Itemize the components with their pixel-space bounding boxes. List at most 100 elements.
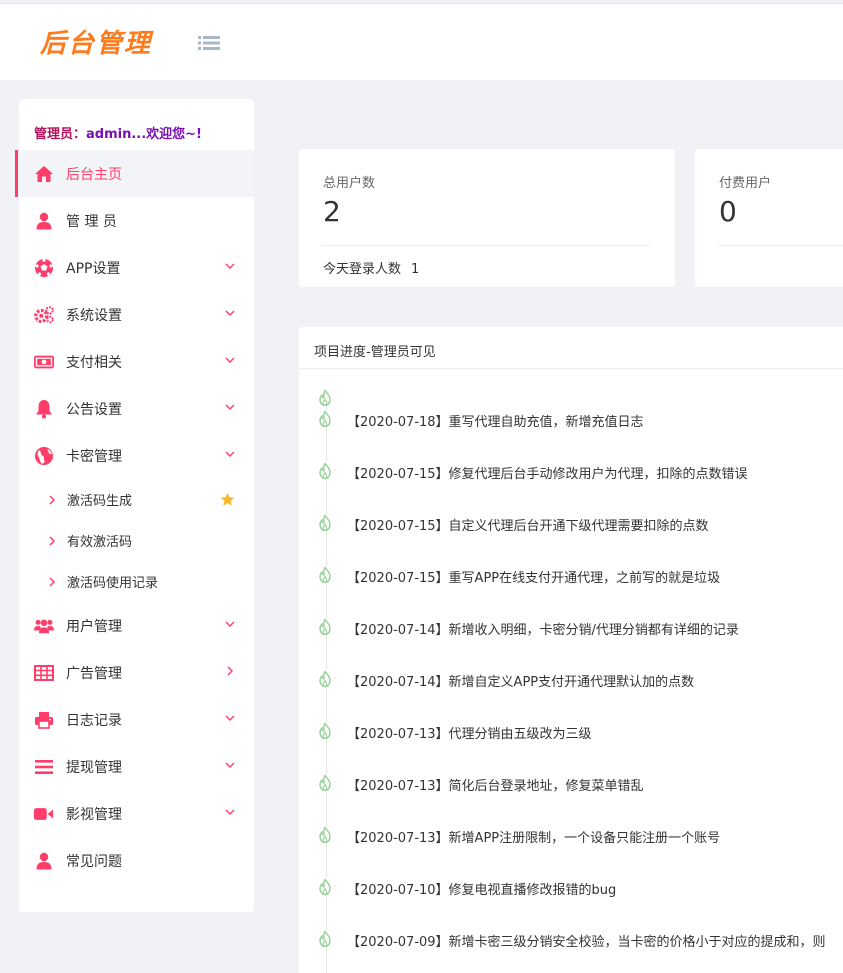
admin-name: admin...欢迎您~! — [86, 127, 202, 142]
user-icon — [34, 851, 54, 871]
admin-greeting: 管理员：admin...欢迎您~! — [34, 123, 202, 142]
divider — [322, 245, 651, 246]
sidebar-subitem-activation-code-usage[interactable]: 激活码使用记录 — [19, 561, 254, 602]
bars-icon — [34, 757, 54, 777]
paid-users-value: 0 — [719, 195, 737, 228]
sidebar-subitem-valid-activation-codes[interactable]: 有效激活码 — [19, 520, 254, 561]
logo[interactable]: 后台管理 — [40, 23, 152, 60]
chevron-down-icon — [224, 806, 236, 818]
today-login-row: 今天登录人数 1 — [323, 258, 419, 277]
users-icon — [34, 616, 54, 636]
flame-icon — [317, 514, 333, 532]
total-users-card: 总用户数 2 今天登录人数 1 — [299, 149, 675, 287]
sidebar-item-payment[interactable]: 支付相关 — [19, 338, 254, 385]
table-icon — [34, 663, 54, 683]
timeline-entry: 【2020-07-14】新增自定义APP支付开通代理默认加的点数 — [347, 675, 695, 690]
timeline-entry: 【2020-07-13】代理分销由五级改为三级 — [347, 727, 592, 742]
chevron-right-icon — [47, 494, 57, 506]
sidebar-item-withdrawals[interactable]: 提现管理 — [19, 743, 254, 790]
star-icon — [220, 492, 235, 507]
today-login-label: 今天登录人数 — [323, 262, 402, 277]
video-camera-icon — [34, 804, 54, 824]
bell-icon — [34, 399, 54, 419]
sidebar-item-label: 系统设置 — [66, 307, 122, 324]
timeline-entry: 【2020-07-18】重写代理自助充值，新增充值日志 — [347, 415, 644, 430]
sidebar-item-label: 日志记录 — [66, 712, 122, 729]
flame-icon — [317, 670, 333, 688]
sidebar-item-faq[interactable]: 常见问题 — [19, 837, 254, 884]
sidebar-item-label: 影视管理 — [66, 806, 122, 823]
sidebar-item-card-key[interactable]: 卡密管理 — [19, 432, 254, 479]
sidebar-item-label: 广告管理 — [66, 665, 122, 682]
timeline-entry: 【2020-07-15】修复代理后台手动修改用户为代理，扣除的点数错误 — [347, 467, 748, 482]
flame-icon — [317, 410, 333, 428]
printer-icon — [34, 710, 54, 730]
flame-icon — [317, 930, 333, 948]
sidebar-item-label: 支付相关 — [66, 354, 122, 371]
sidebar-item-label: 管 理 员 — [66, 213, 117, 230]
timeline-entry: 【2020-07-15】重写APP在线支付开通代理，之前写的就是垃圾 — [347, 571, 721, 586]
sidebar-item-label: 常见问题 — [66, 853, 122, 870]
timeline-entry: 【2020-07-15】自定义代理后台开通下级代理需要扣除的点数 — [347, 519, 709, 534]
flame-icon — [317, 878, 333, 896]
sidebar-item-announcements[interactable]: 公告设置 — [19, 385, 254, 432]
today-login-value: 1 — [411, 262, 420, 277]
sidebar: 管理员：admin...欢迎您~! 后台主页 管 理 员 APP设置 系统设置 … — [15, 99, 254, 912]
paid-users-label: 付费用户 — [719, 176, 772, 191]
divider — [299, 368, 843, 369]
divider — [718, 245, 843, 246]
sidebar-item-users[interactable]: 用户管理 — [19, 602, 254, 649]
flame-icon — [317, 618, 333, 636]
chevron-down-icon — [224, 712, 236, 724]
flame-icon — [317, 774, 333, 792]
timeline-entry: 【2020-07-13】简化后台登录地址，修复菜单错乱 — [347, 779, 644, 794]
chevron-down-icon — [224, 759, 236, 771]
chevron-right-icon — [47, 576, 57, 588]
sidebar-item-logs[interactable]: 日志记录 — [19, 696, 254, 743]
timeline-entry: 【2020-07-10】修复电视直播修改报错的bug — [347, 883, 617, 898]
soccer-ball-icon — [34, 258, 54, 278]
gears-icon — [34, 305, 54, 325]
chevron-down-icon — [224, 401, 236, 413]
project-progress-panel: 项目进度-管理员可见 【2020-07-18】重写代理自助充值，新增充值日志 【2… — [299, 327, 843, 973]
sidebar-item-label: APP设置 — [66, 260, 121, 277]
sidebar-item-label: 卡密管理 — [66, 448, 122, 465]
flame-icon — [317, 826, 333, 844]
chevron-down-icon — [224, 260, 236, 272]
sidebar-item-system-settings[interactable]: 系统设置 — [19, 291, 254, 338]
chevron-down-icon — [224, 307, 236, 319]
timeline-entry: 【2020-07-13】新增APP注册限制，一个设备只能注册一个账号 — [347, 831, 721, 846]
sidebar-item-label: 提现管理 — [66, 759, 122, 776]
flame-icon — [317, 389, 333, 407]
globe-icon — [34, 446, 54, 466]
chevron-right-icon — [47, 535, 57, 547]
sidebar-item-home[interactable]: 后台主页 — [15, 150, 254, 197]
chevron-down-icon — [224, 448, 236, 460]
sidebar-subitem-activation-code-generate[interactable]: 激活码生成 — [19, 479, 254, 520]
sidebar-item-video[interactable]: 影视管理 — [19, 790, 254, 837]
chevron-right-icon — [224, 665, 236, 677]
chevron-down-icon — [224, 618, 236, 630]
panel-title: 项目进度-管理员可见 — [314, 345, 436, 360]
sidebar-subitem-label: 激活码生成 — [67, 494, 133, 509]
list-icon[interactable] — [198, 34, 220, 52]
sidebar-item-ads[interactable]: 广告管理 — [19, 649, 254, 696]
total-users-value: 2 — [323, 195, 341, 228]
top-bar: 后台管理 — [0, 3, 843, 80]
home-icon — [34, 164, 54, 184]
money-icon — [34, 352, 54, 372]
user-icon — [34, 211, 54, 231]
flame-icon — [317, 722, 333, 740]
sidebar-subitem-label: 有效激活码 — [67, 535, 133, 550]
paid-users-card: 付费用户 0 — [695, 149, 843, 287]
timeline-entry: 【2020-07-09】新增卡密三级分销安全校验，当卡密的价格小于对应的提成和，… — [347, 935, 826, 950]
sidebar-item-admin[interactable]: 管 理 员 — [19, 197, 254, 244]
sidebar-item-label: 用户管理 — [66, 618, 122, 635]
total-users-label: 总用户数 — [323, 176, 376, 191]
timeline-entry: 【2020-07-14】新增收入明细，卡密分销/代理分销都有详细的记录 — [347, 623, 739, 638]
sidebar-nav: 后台主页 管 理 员 APP设置 系统设置 支付相关 公告设置 卡密管理 激活码… — [15, 150, 254, 884]
sidebar-item-label: 公告设置 — [66, 401, 122, 418]
flame-icon — [317, 462, 333, 480]
sidebar-subitem-label: 激活码使用记录 — [67, 576, 159, 591]
sidebar-item-app-settings[interactable]: APP设置 — [19, 244, 254, 291]
